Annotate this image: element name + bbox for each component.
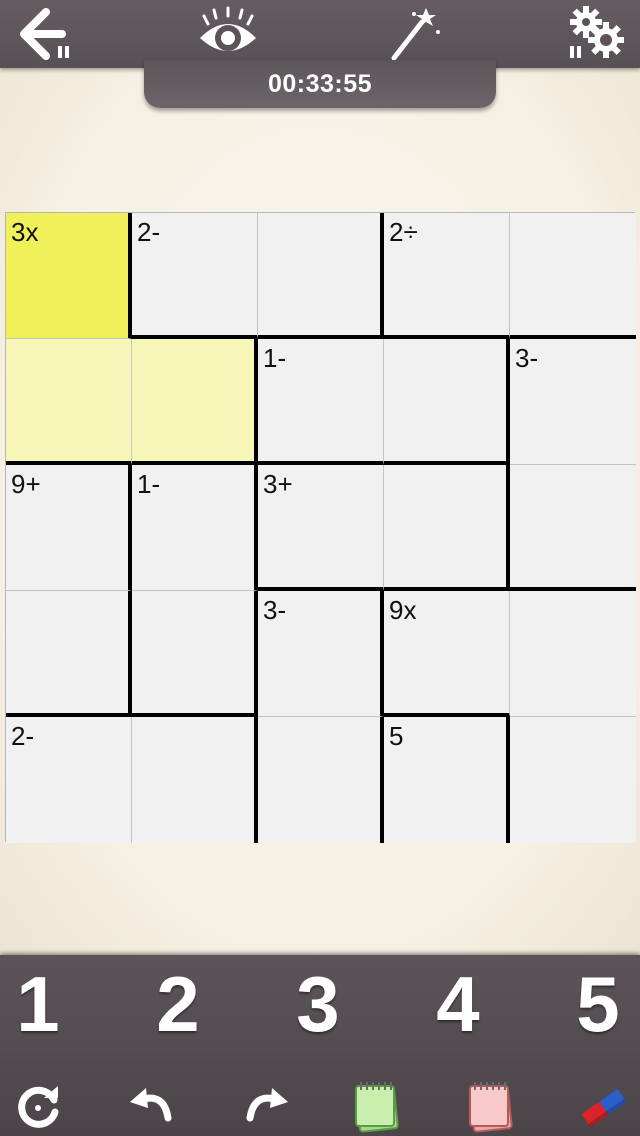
undo-button[interactable] — [122, 1078, 182, 1134]
back-button[interactable] — [10, 4, 74, 64]
cage-clue: 3- — [263, 595, 287, 625]
grid-cell[interactable]: 9x — [384, 591, 510, 717]
restart-icon — [18, 1086, 59, 1128]
grid-cell[interactable]: 2- — [6, 717, 132, 843]
magic-wand-icon — [391, 8, 440, 61]
grid-cell[interactable] — [132, 339, 258, 465]
grid-cell[interactable]: 3- — [510, 339, 636, 465]
cage-clue: 3- — [515, 343, 539, 373]
grid-cell[interactable] — [6, 339, 132, 465]
grid-cell[interactable]: 1- — [258, 339, 384, 465]
top-bar — [0, 0, 640, 68]
grid-cell[interactable] — [510, 717, 636, 843]
number-key-2[interactable]: 2 — [128, 959, 228, 1049]
grid-cell[interactable]: 3- — [258, 591, 384, 717]
notes-green-icon — [355, 1082, 399, 1133]
grid-cell[interactable] — [258, 213, 384, 339]
cage-clue: 5 — [389, 721, 404, 751]
grid-cell[interactable] — [384, 339, 510, 465]
grid-cell[interactable] — [132, 717, 258, 843]
notes-red-button[interactable] — [460, 1078, 520, 1134]
grid-cell[interactable] — [510, 465, 636, 591]
cage-clue: 9+ — [11, 469, 41, 499]
grid-cell[interactable]: 2- — [132, 213, 258, 339]
restart-button[interactable] — [8, 1078, 68, 1134]
cage-clue: 2- — [137, 217, 161, 247]
hint-button[interactable] — [382, 4, 446, 64]
grid-cell[interactable] — [258, 717, 384, 843]
settings-icon — [570, 6, 624, 58]
number-key-1[interactable]: 1 — [0, 959, 88, 1049]
number-key-4[interactable]: 4 — [408, 959, 508, 1049]
grid-cell[interactable]: 5 — [384, 717, 510, 843]
grid-cell[interactable] — [6, 591, 132, 717]
timer: 00:33:55 — [144, 60, 496, 108]
cage-clue: 2- — [11, 721, 35, 751]
grid-cell[interactable] — [132, 591, 258, 717]
cage-clue: 3x — [11, 217, 39, 247]
number-key-3[interactable]: 3 — [268, 959, 368, 1049]
notes-green-button[interactable] — [346, 1078, 406, 1134]
back-icon — [20, 8, 69, 60]
cage-clue: 3+ — [263, 469, 293, 499]
eye-icon — [200, 6, 256, 51]
grid-cell[interactable] — [384, 465, 510, 591]
number-key-5[interactable]: 5 — [548, 959, 640, 1049]
reveal-button[interactable] — [196, 4, 260, 64]
eraser-icon — [582, 1089, 627, 1128]
cage-clue: 1- — [263, 343, 287, 373]
settings-button[interactable] — [566, 4, 630, 64]
grid-cell[interactable]: 2÷ — [384, 213, 510, 339]
grid-cell[interactable] — [510, 213, 636, 339]
cage-clue: 1- — [137, 469, 161, 499]
redo-icon — [246, 1088, 288, 1122]
cage-clue: 2÷ — [389, 217, 418, 247]
eraser-button[interactable] — [574, 1078, 634, 1134]
puzzle-grid: 3x 2- 2÷ 1- 3- 9+ 1- 3+ 3- 9x 2- 5 — [5, 212, 636, 843]
grid-cell[interactable]: 1- — [132, 465, 258, 591]
grid-cell[interactable]: 9+ — [6, 465, 132, 591]
grid-cell[interactable] — [510, 591, 636, 717]
cage-clue: 9x — [389, 595, 417, 625]
grid-cell[interactable]: 3+ — [258, 465, 384, 591]
redo-button[interactable] — [236, 1078, 296, 1134]
grid-cell[interactable]: 3x — [6, 213, 132, 339]
notes-red-icon — [469, 1082, 513, 1133]
undo-icon — [130, 1088, 172, 1122]
